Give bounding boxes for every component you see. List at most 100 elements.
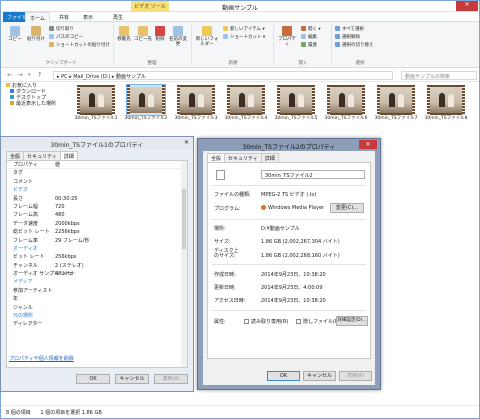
file-item[interactable]: 30min_TSファイル5 bbox=[273, 85, 319, 131]
file-item[interactable]: 30min_TSファイル7 bbox=[373, 85, 419, 131]
delete-button[interactable]: 削除 bbox=[153, 26, 167, 42]
tab-details[interactable]: 詳細 bbox=[59, 151, 78, 160]
section-header: 元の場所 bbox=[7, 312, 187, 320]
rename-button[interactable]: 名前の変更 bbox=[169, 26, 187, 47]
location-label: 場所: bbox=[214, 226, 226, 232]
ok-button[interactable]: OK bbox=[76, 374, 110, 384]
new-item-icon bbox=[223, 26, 228, 31]
select-all-button[interactable]: すべて選択 bbox=[335, 26, 364, 32]
history-button[interactable]: 履歴 bbox=[301, 42, 317, 48]
address-box[interactable]: ▸ PC ▸ Mail_Drive (D:) ▸ 動画サンプル bbox=[53, 71, 393, 80]
file-item[interactable]: 30min_TSファイル6 bbox=[323, 85, 369, 131]
apply-button[interactable]: 適用(A) bbox=[154, 374, 188, 384]
tab-security[interactable]: セキュリティ bbox=[23, 151, 61, 160]
close-button[interactable]: ✕ bbox=[456, 1, 478, 11]
new-folder-button[interactable]: 新しいフォルダー bbox=[194, 26, 220, 47]
readonly-checkbox[interactable]: 読み取り専用(R) bbox=[244, 318, 288, 325]
video-thumbnail bbox=[227, 85, 265, 115]
file-item[interactable]: 30min_TSファイル1 bbox=[73, 85, 119, 131]
tab-details[interactable]: 詳細 bbox=[260, 153, 279, 162]
scrollbar[interactable] bbox=[181, 161, 187, 367]
download-icon bbox=[10, 89, 14, 93]
cancel-button[interactable]: キャンセル bbox=[303, 371, 336, 381]
advanced-button[interactable]: 詳細設定(D)... bbox=[336, 316, 368, 326]
file-item[interactable]: 30min_TSファイル3 bbox=[173, 85, 219, 131]
tab-share[interactable]: 共有 bbox=[55, 12, 73, 22]
file-name-field[interactable]: 30min_TSファイル2 bbox=[261, 170, 365, 179]
type-label: ファイルの種類: bbox=[214, 192, 251, 198]
up-arrow-icon[interactable]: ↑ bbox=[37, 71, 43, 79]
program-value: Windows Media Player bbox=[261, 205, 324, 211]
property-row[interactable]: フレーム率 29 フレーム/秒 bbox=[7, 237, 187, 245]
tab-view[interactable]: 表示 bbox=[79, 12, 97, 22]
file-list: 30min_TSファイル1 30min_TSファイル2 30min_TSファイル… bbox=[73, 84, 473, 131]
property-row[interactable]: タグ bbox=[7, 169, 187, 177]
property-row[interactable]: ディレクター bbox=[7, 320, 187, 328]
desktop-icon bbox=[10, 95, 14, 99]
remove-properties-link[interactable]: プロパティや個人情報を削除 bbox=[9, 355, 74, 362]
property-name: 長さ bbox=[13, 195, 24, 202]
property-name: ビット レート bbox=[13, 254, 45, 261]
file-item[interactable]: 30min_TSファイル2 bbox=[123, 84, 169, 131]
ribbon-divider bbox=[331, 24, 332, 64]
recent-chevron-icon[interactable]: ▾ bbox=[28, 72, 31, 78]
tab-security[interactable]: セキュリティ bbox=[224, 153, 262, 162]
property-name: ビデオ bbox=[13, 187, 29, 194]
tab-play[interactable]: 再生 bbox=[109, 12, 127, 22]
tab-general[interactable]: 全般 bbox=[207, 153, 226, 162]
property-value: 720 bbox=[55, 203, 65, 210]
copy-path-button[interactable]: パスのコピー bbox=[49, 34, 83, 40]
forward-arrow-icon[interactable]: → bbox=[17, 71, 23, 79]
invert-selection-button[interactable]: 選択の切り替え bbox=[335, 42, 374, 48]
property-row[interactable]: データ速度 2000kbps bbox=[7, 220, 187, 228]
properties-button[interactable]: プロパティ bbox=[276, 26, 298, 47]
move-to-button[interactable]: 移動先 bbox=[115, 26, 133, 42]
file-item[interactable]: 30min_TSファイル4 bbox=[223, 85, 269, 131]
search-input[interactable]: 動画サンプルの検索 bbox=[401, 71, 477, 80]
new-item-button[interactable]: 新しいアイテム ▾ bbox=[223, 26, 265, 32]
property-row[interactable]: ジャンル bbox=[7, 304, 187, 312]
property-row[interactable]: 参加アーティスト bbox=[7, 287, 187, 295]
property-value: 29 フレーム/秒 bbox=[55, 237, 90, 244]
file-item[interactable]: 30min_TSファイル8 bbox=[423, 85, 469, 131]
property-value: 2 (ステレオ) bbox=[55, 262, 84, 269]
property-row[interactable]: 長さ 00:30:25 bbox=[7, 195, 187, 203]
ok-button[interactable]: OK bbox=[267, 371, 300, 381]
property-name: データ速度 bbox=[13, 220, 39, 227]
property-row[interactable]: ビット レート 256kbps bbox=[7, 253, 187, 261]
property-name: ジャンル bbox=[13, 304, 33, 311]
property-row[interactable]: コメント bbox=[7, 178, 187, 186]
open-button[interactable]: 開く ▾ bbox=[301, 26, 321, 32]
property-row[interactable]: フレーム幅 720 bbox=[7, 203, 187, 211]
created-label: 作成日時: bbox=[214, 272, 236, 278]
scrollbar-thumb[interactable] bbox=[182, 189, 186, 249]
property-row[interactable]: フレーム高 480 bbox=[7, 211, 187, 219]
tab-home[interactable]: ホーム bbox=[25, 12, 50, 22]
copy-to-button[interactable]: コピー先 bbox=[134, 26, 152, 42]
group-open: 開く bbox=[298, 61, 308, 66]
paste-button[interactable]: 貼り付け bbox=[26, 26, 46, 42]
copy-button[interactable]: コピー bbox=[6, 26, 24, 42]
apply-button[interactable]: 適用(A) bbox=[339, 371, 372, 381]
cancel-button[interactable]: キャンセル bbox=[115, 374, 149, 384]
tab-general[interactable]: 全般 bbox=[6, 151, 25, 160]
edit-button[interactable]: 編集 bbox=[301, 34, 317, 40]
location-value: D:¥動画サンプル bbox=[261, 226, 300, 232]
nav-recent[interactable]: 最近表示した場所 bbox=[1, 101, 56, 107]
hidden-checkbox[interactable]: 隠しファイル(H) bbox=[296, 318, 341, 325]
attributes-label: 属性: bbox=[214, 319, 226, 325]
select-none-button[interactable]: 選択解除 bbox=[335, 34, 360, 40]
paste-shortcut-button[interactable]: ショートカットの貼り付け bbox=[49, 42, 110, 48]
back-arrow-icon[interactable]: ← bbox=[7, 71, 13, 79]
cut-button[interactable]: 切り取り bbox=[49, 26, 74, 32]
dialog-title: 30min_TSファイル1のプロパティ bbox=[1, 137, 193, 149]
close-icon[interactable]: ✕ bbox=[184, 139, 189, 146]
change-button[interactable]: 変更(C)... bbox=[330, 203, 364, 213]
property-row[interactable]: 年 bbox=[7, 295, 187, 303]
close-icon[interactable]: ✕ bbox=[359, 140, 377, 149]
easy-access-button[interactable]: ショートカット ▾ bbox=[223, 34, 265, 40]
property-row[interactable]: 総ビット レート 2256kbps bbox=[7, 228, 187, 236]
property-row[interactable]: オーディオ サンプル レート 48 kHz bbox=[7, 270, 187, 278]
path-icon bbox=[49, 34, 54, 39]
property-row[interactable]: チャンネル 2 (ステレオ) bbox=[7, 262, 187, 270]
